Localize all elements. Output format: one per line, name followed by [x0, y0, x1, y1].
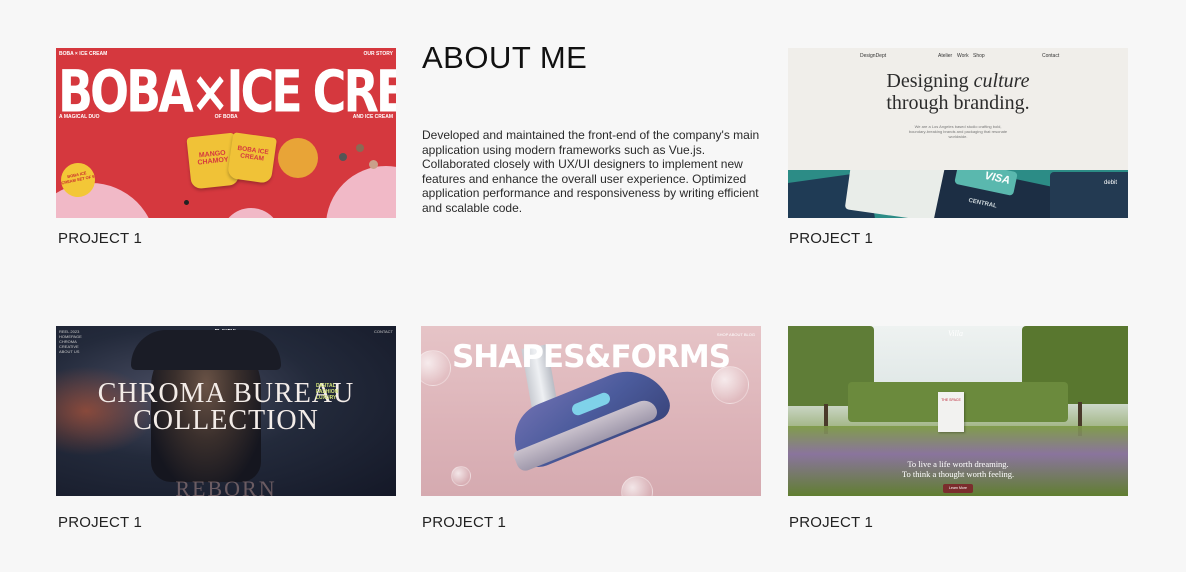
thumb-nav-contact: Contact	[1042, 53, 1060, 59]
about-title: ABOUT ME	[422, 40, 588, 75]
project-card-branding[interactable]: DesignDept Atelier Work Shop Contact Des…	[788, 48, 1128, 247]
thumb-subtitle-right: AND ICE CREAM	[352, 114, 393, 120]
thumb-nav-item: Atelier	[938, 53, 953, 59]
thumb-nav-item: Shop	[973, 53, 985, 59]
thumb-subtitle-center: OF BOBA	[214, 114, 238, 120]
thumb-description: We are a Los Angeles based studio crafti…	[908, 124, 1008, 139]
portfolio-page: BOBA × ICE CREAM OUR STORY BOBA×ICE CREA…	[0, 0, 1186, 572]
project-card-garden[interactable]: THE SPACE Villa To live a life worth dre…	[788, 326, 1128, 531]
project-thumbnail[interactable]: THE SPACE Villa To live a life worth dre…	[788, 326, 1128, 496]
project-thumbnail[interactable]: BOBA × ICE CREAM OUR STORY BOBA×ICE CREA…	[56, 48, 396, 218]
about-description: Developed and maintained the front-end o…	[422, 128, 760, 215]
project-card-chroma[interactable]: REEL 2023 HOMEPAGE CHROMA CREATIVE ABOUT…	[56, 326, 396, 531]
project-thumbnail[interactable]: SHOP ABOUT BLOG SHAPES&FORMS	[421, 326, 761, 496]
topping-icon	[369, 160, 378, 169]
project-thumbnail[interactable]: DesignDept Atelier Work Shop Contact Des…	[788, 48, 1128, 218]
thumb-subtitle-left: A MAGICAL DUO	[59, 114, 100, 120]
thumb-logo: DesignDept	[860, 53, 887, 59]
thumb-quote: To live a life worth dreaming. To think …	[901, 459, 1015, 479]
thumb-headline: Designing culture through branding.	[886, 70, 1030, 114]
thumb-nav-item: Work	[957, 53, 969, 59]
thumb-nav-contact: CONTACT	[373, 329, 393, 334]
project-title[interactable]: PROJECT 1	[789, 230, 873, 247]
project-title[interactable]: PROJECT 1	[422, 514, 506, 531]
project-title[interactable]: PROJECT 1	[58, 230, 142, 247]
decor-circle	[221, 208, 281, 218]
bubble-shape	[451, 466, 471, 486]
thumb-bottom-text: REBORN	[175, 476, 277, 496]
thumb-tagline: DIGITAL FASHION LUXURY	[316, 383, 339, 401]
thumb-logo: Villa	[948, 329, 963, 338]
decor-circle	[326, 166, 396, 218]
project-card-boba[interactable]: BOBA × ICE CREAM OUR STORY BOBA×ICE CREA…	[56, 48, 396, 247]
topping-icon	[339, 153, 347, 161]
bubble-shape	[711, 366, 749, 404]
bank-card-image: debit	[1050, 172, 1128, 218]
boba-pearl-icon	[184, 200, 189, 205]
project-card-shapes[interactable]: SHOP ABOUT BLOG SHAPES&FORMS PROJECT 1	[421, 326, 761, 531]
sign-image: THE SPACE	[938, 392, 964, 432]
cards-image: debit CENTRAL VISA debit	[788, 170, 1128, 218]
bubble-shape	[621, 476, 653, 496]
thumb-brand: BOBA × ICE CREAM	[59, 51, 108, 57]
topping-icon	[356, 144, 364, 152]
learn-more-button[interactable]: Learn More	[943, 484, 973, 493]
thumb-nav-link: OUR STORY	[363, 51, 393, 57]
thumb-headline: SHAPES&FORMS	[451, 339, 731, 375]
project-title[interactable]: PROJECT 1	[58, 514, 142, 531]
bubble-shape	[421, 350, 451, 386]
ice-cream-cup-image: BOBA ICE CREAM	[227, 132, 277, 184]
hat-image	[131, 330, 281, 370]
ice-cream-cup-image	[278, 138, 318, 178]
thumb-nav: SHOP ABOUT BLOG	[716, 332, 755, 337]
project-title[interactable]: PROJECT 1	[789, 514, 873, 531]
thumb-headline: CHROMA BUREAU COLLECTION	[97, 378, 355, 436]
project-thumbnail[interactable]: REEL 2023 HOMEPAGE CHROMA CREATIVE ABOUT…	[56, 326, 396, 496]
